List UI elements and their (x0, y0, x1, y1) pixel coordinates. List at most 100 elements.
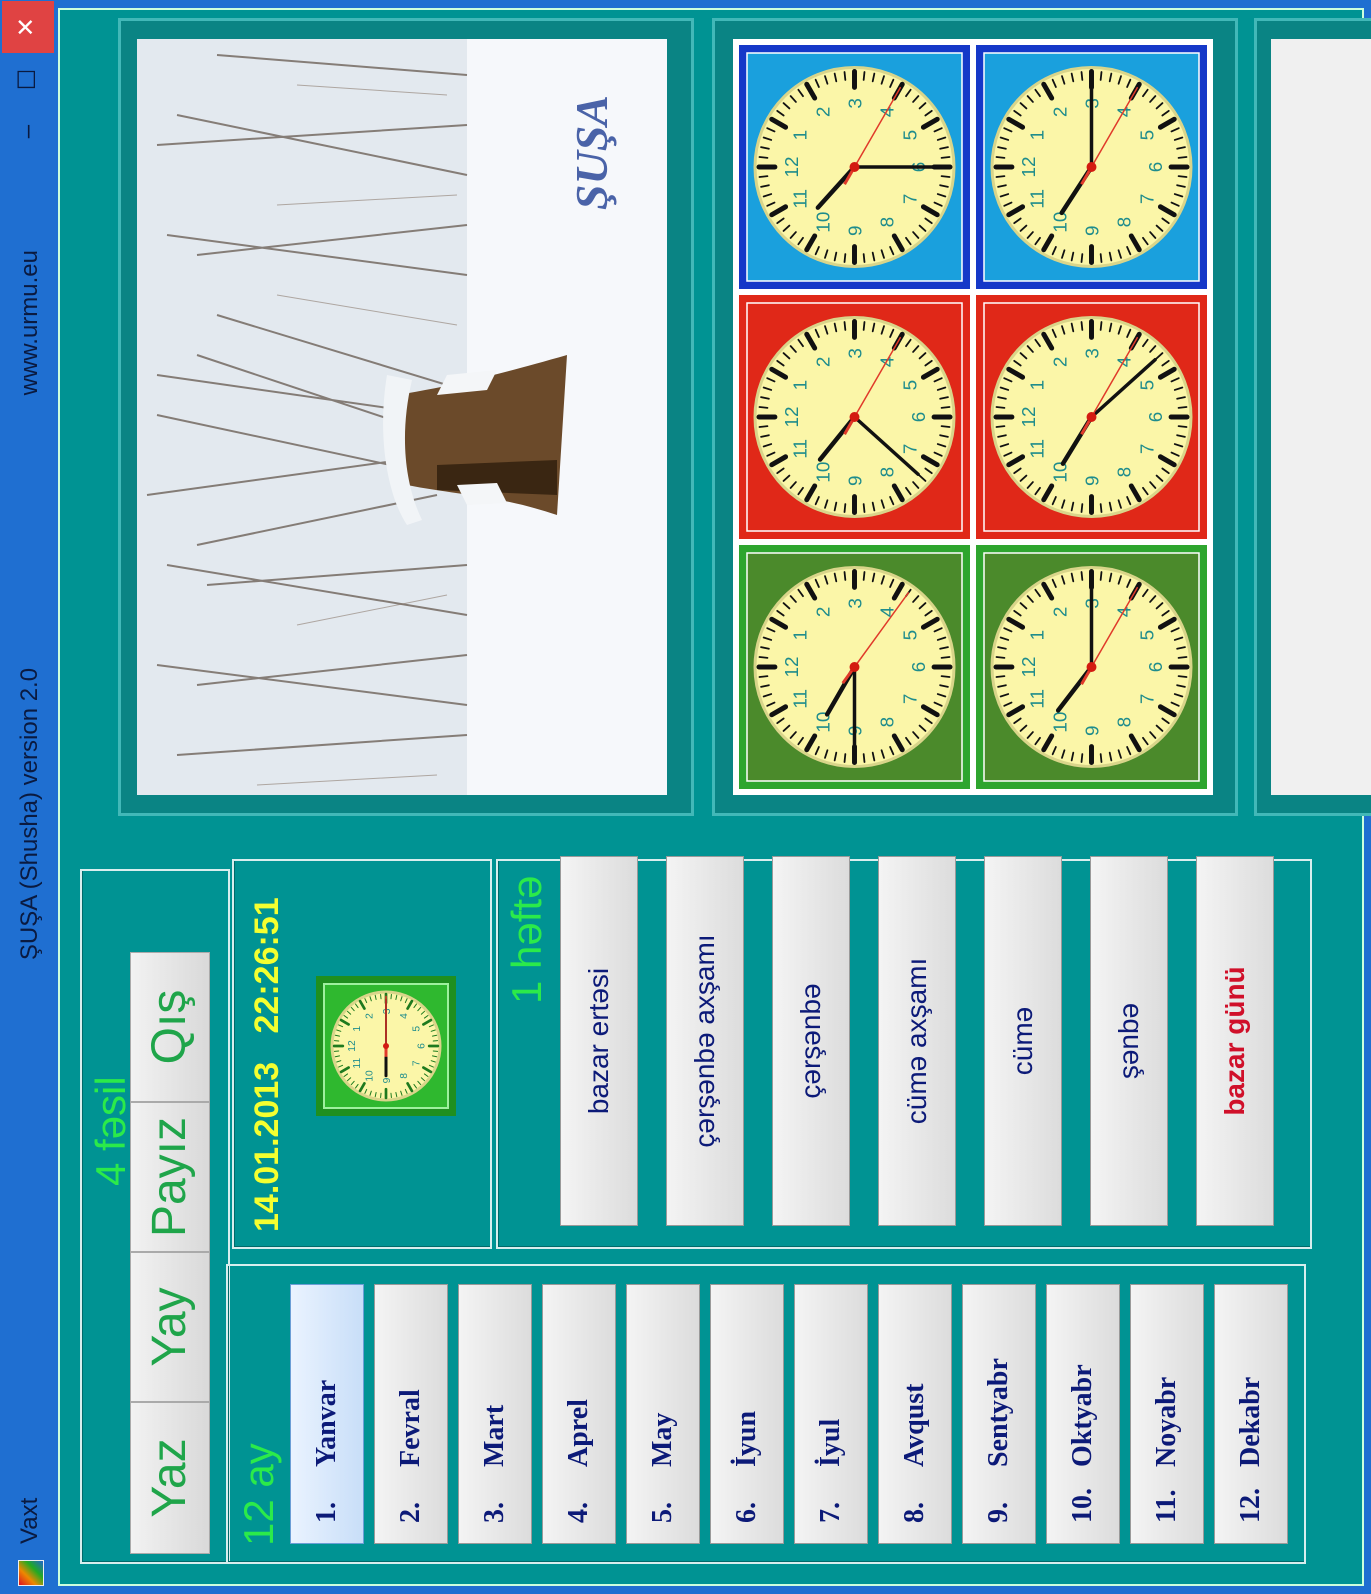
clock-tick (940, 406, 951, 409)
season-button-yaz[interactable]: Yaz (130, 1402, 210, 1554)
weekday-button-4[interactable]: cümə axşamı (878, 856, 956, 1226)
small-analog-clock: 121234567891011 (316, 976, 456, 1116)
clock-numeral: 1 (790, 630, 811, 641)
month-button-5[interactable]: 5. May (626, 1284, 700, 1544)
clock-center (849, 162, 860, 172)
clock-numeral: 10 (814, 212, 835, 233)
clock-numeral: 6 (909, 412, 930, 423)
month-button-2[interactable]: 2. Fevral (374, 1284, 448, 1544)
month-name: Oktyabr (1067, 1364, 1098, 1467)
title-bar[interactable]: Vaxt ŞUŞA (Shusha) version 2.0 www.urmu.… (0, 0, 60, 1594)
weekday-button-2[interactable]: çərşənbə axşamı (666, 856, 744, 1226)
clock-numeral: 8 (877, 217, 898, 228)
month-name: Mart (479, 1404, 510, 1467)
month-button-11[interactable]: 11. Noyabr (1130, 1284, 1204, 1544)
analog-clock: 121234567891011 (990, 66, 1193, 268)
winter-photo: ŞUŞA (137, 39, 667, 795)
month-name: Yanvar (311, 1379, 342, 1467)
month-name: İyun (731, 1410, 762, 1467)
clock-tick (843, 571, 847, 581)
weekday-button-5[interactable]: cümə (984, 856, 1062, 1226)
clock-center (1086, 162, 1097, 172)
app-logo-icon (18, 1560, 44, 1586)
clock-numeral: 9 (1082, 725, 1103, 736)
clock-center (1086, 662, 1097, 672)
seasons-label: 4 fəsil (87, 1076, 134, 1186)
season-button-payiz[interactable]: Payız (130, 1102, 210, 1252)
weekday-button-3[interactable]: çərşənbə (772, 856, 850, 1226)
analog-clock: 121234567891011 (753, 66, 956, 268)
analog-clock: 121234567891011 (753, 566, 956, 768)
clock-numeral: 9 (845, 475, 866, 486)
clock-tick (843, 253, 847, 263)
window-app-name: Vaxt (16, 1497, 43, 1544)
clock-numeral: 12 (347, 1040, 358, 1052)
month-button-12[interactable]: 12. Dekabr (1214, 1284, 1288, 1544)
clock-numeral: 8 (1114, 467, 1135, 478)
season-button-qis[interactable]: Qış (130, 952, 210, 1102)
clock-numeral: 7 (412, 1060, 423, 1066)
clock-numeral: 2 (814, 107, 835, 118)
month-button-8[interactable]: 8. Avqust (878, 1284, 952, 1544)
clock-numeral: 7 (901, 444, 922, 455)
clock-numeral: 8 (1114, 217, 1135, 228)
analog-clock: 121234567891011 (753, 316, 956, 518)
months-label: 12 ay (235, 1443, 282, 1546)
clock-numeral: 2 (1051, 357, 1072, 368)
info-frame (1254, 18, 1371, 816)
month-number: 7. (815, 1502, 846, 1523)
month-button-4[interactable]: 4. Aprel (542, 1284, 616, 1544)
clock-tick (843, 321, 847, 331)
clock-tick (940, 156, 951, 159)
clock-numeral: 4 (399, 1013, 410, 1019)
analog-clock: 121234567891011 (990, 566, 1193, 768)
month-button-7[interactable]: 7. İyul (794, 1284, 868, 1544)
month-number: 6. (731, 1502, 762, 1523)
clock-numeral: 11 (790, 439, 811, 459)
clock-numeral: 2 (814, 607, 835, 618)
clock-tick (758, 406, 769, 409)
clock-tick (1099, 503, 1103, 513)
clock-numeral: 11 (1027, 689, 1048, 709)
current-datetime: 14.01.2013 22:26:51 (248, 897, 287, 1232)
clock-numeral: 10 (1051, 712, 1072, 733)
maximize-button[interactable]: ☐ (6, 57, 52, 102)
month-name: Dekabr (1235, 1376, 1266, 1467)
month-button-10[interactable]: 10. Oktyabr (1046, 1284, 1120, 1544)
clock-numeral: 2 (1051, 607, 1072, 618)
month-button-1[interactable]: 1. Yanvar (290, 1284, 364, 1544)
clock-numeral: 1 (1027, 630, 1048, 641)
month-button-3[interactable]: 3. Mart (458, 1284, 532, 1544)
clock-tick (862, 321, 866, 331)
clock-numeral: 12 (782, 656, 803, 677)
window-title: ŞUŞA (Shusha) version 2.0 (16, 667, 43, 961)
month-number: 2. (395, 1502, 426, 1523)
close-button[interactable]: ✕ (2, 1, 54, 53)
weekday-button-6[interactable]: şənbə (1090, 856, 1168, 1226)
clock-tick (1177, 656, 1188, 659)
clock-tick (940, 425, 951, 428)
clock-numeral: 11 (1027, 439, 1048, 459)
clock-numeral: 5 (1138, 380, 1159, 391)
clock-tick (862, 503, 866, 513)
clock-numeral: 1 (790, 380, 811, 391)
minimize-button[interactable]: – (6, 109, 52, 154)
month-button-6[interactable]: 6. İyun (710, 1284, 784, 1544)
season-button-yay[interactable]: Yay (130, 1252, 210, 1402)
clock-tick (995, 656, 1006, 659)
weekday-button-7[interactable]: bazar günü (1196, 856, 1274, 1226)
month-number: 8. (899, 1502, 930, 1523)
clock-tick (1099, 753, 1103, 763)
clock-numeral: 3 (845, 598, 866, 609)
clock-tick (1080, 503, 1084, 513)
month-number: 12. (1235, 1488, 1266, 1523)
clock-numeral: 11 (352, 1058, 363, 1069)
weekday-button-1[interactable]: bazar ertəsi (560, 856, 638, 1226)
clock-numeral: 3 (845, 98, 866, 109)
photo-frame: ŞUŞA (118, 18, 694, 816)
clock-numeral: 7 (1138, 444, 1159, 455)
month-button-9[interactable]: 9. Sentyabr (962, 1284, 1036, 1544)
clock-tick (1099, 571, 1103, 581)
clock-tick (862, 253, 866, 263)
clock-tick (995, 406, 1006, 409)
